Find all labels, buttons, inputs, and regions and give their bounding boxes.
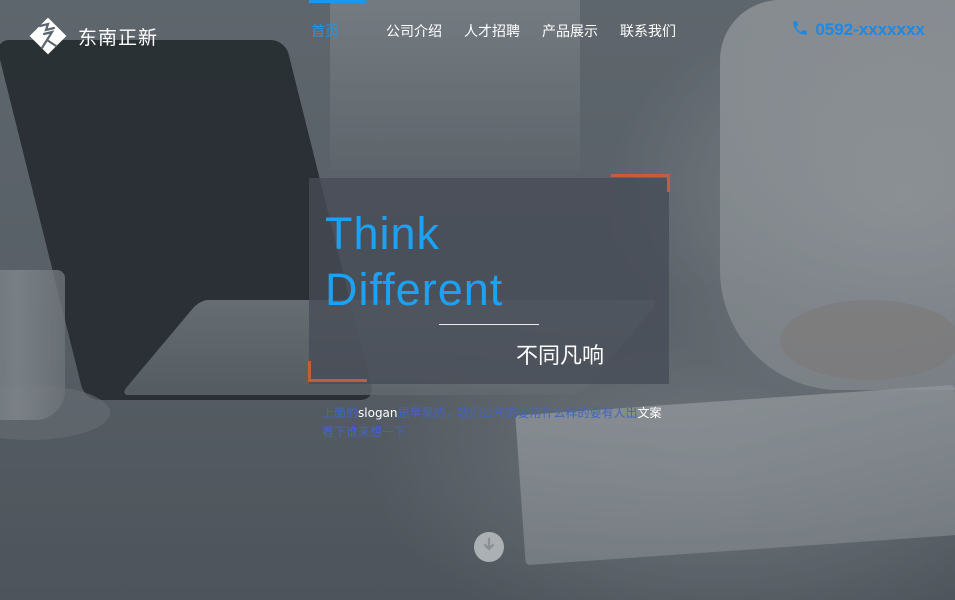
desc-part-5: 看下谁来想一下 bbox=[322, 425, 407, 439]
nav-item-home[interactable]: 首页 bbox=[300, 0, 375, 64]
logo[interactable]: 东南正新 bbox=[26, 14, 158, 58]
hero-title-line2: Different bbox=[325, 264, 504, 315]
nav-item-products[interactable]: 产品展示 bbox=[531, 0, 609, 64]
desc-part-2: slogan bbox=[358, 406, 398, 420]
phone-icon bbox=[791, 19, 809, 41]
brand-name: 东南正新 bbox=[78, 26, 159, 49]
corner-decoration-top-right bbox=[611, 174, 670, 192]
logo-icon bbox=[26, 14, 70, 58]
contact-phone[interactable]: 0592-xxxxxxx bbox=[791, 19, 925, 41]
scroll-down-button[interactable] bbox=[474, 532, 504, 562]
arrow-down-icon bbox=[481, 537, 497, 557]
phone-number: 0592-xxxxxxx bbox=[815, 20, 925, 39]
desc-part-1: 上面的 bbox=[322, 406, 359, 420]
hero-title-line1: Think bbox=[325, 208, 441, 259]
desc-part-4: 文案 bbox=[637, 406, 662, 420]
site-header: 东南正新 首页 公司介绍 人才招聘 产品展示 联系我们 0592-xxxxxxx bbox=[0, 0, 955, 70]
nav-item-careers[interactable]: 人才招聘 bbox=[453, 0, 531, 64]
desc-part-3: 是苹果的，我们公司的要用什么样的要有人出 bbox=[397, 406, 638, 420]
hero-divider bbox=[439, 324, 539, 325]
hero-title: Think Different bbox=[325, 206, 503, 318]
nav-item-contact[interactable]: 联系我们 bbox=[609, 0, 687, 64]
hero-subtitle: 不同凡响 bbox=[516, 344, 605, 369]
main-nav: 首页 公司介绍 人才招聘 产品展示 联系我们 bbox=[300, 0, 687, 64]
nav-item-about[interactable]: 公司介绍 bbox=[375, 0, 453, 64]
hero-slogan-card: Think Different 不同凡响 bbox=[308, 174, 670, 384]
hero-description: 上面的slogan是苹果的，我们公司的要用什么样的要有人出文案看下谁来想一下 bbox=[322, 404, 667, 442]
corner-decoration-bottom-left bbox=[308, 361, 367, 382]
